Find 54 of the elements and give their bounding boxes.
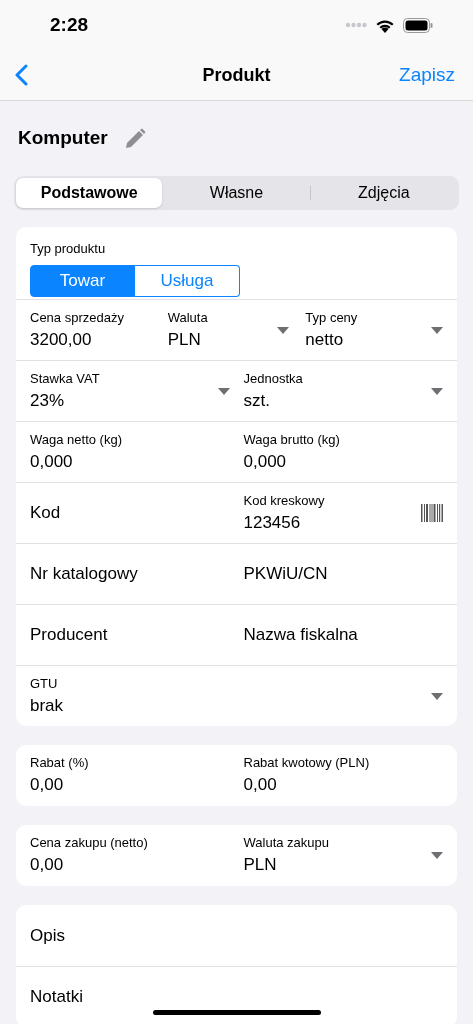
field-label: Typ ceny xyxy=(305,309,358,326)
dropdown-caret-icon[interactable] xyxy=(277,326,290,334)
field-placeholder[interactable]: Kod xyxy=(30,500,61,526)
field-placeholder[interactable]: Nr katalogowy xyxy=(30,561,138,587)
field-label: Rabat (%) xyxy=(30,755,89,771)
field-label: Waluta zakupu xyxy=(243,835,329,851)
signal-icon xyxy=(345,22,367,28)
dropdown-caret-icon[interactable] xyxy=(431,852,443,859)
field-label: Jednostka xyxy=(243,370,303,387)
field-value[interactable]: 0,000 xyxy=(243,450,340,473)
dropdown-caret-icon[interactable] xyxy=(431,692,443,700)
field-label: Cena sprzedaży xyxy=(30,309,124,326)
battery-icon xyxy=(403,17,433,33)
nav-title: Produkt xyxy=(202,63,271,87)
dropdown-caret-icon[interactable] xyxy=(431,326,443,334)
pencil-icon[interactable] xyxy=(123,127,146,150)
field-label: Kod kreskowy xyxy=(243,492,325,509)
dropdown-caret-icon[interactable] xyxy=(431,387,443,395)
field-label: Cena zakupu (netto) xyxy=(30,835,148,851)
field-label: Stawka VAT xyxy=(30,370,100,387)
field-label: Rabat kwotowy (PLN) xyxy=(243,755,370,771)
field-label: GTU xyxy=(30,675,59,692)
field-value[interactable]: 0,00 xyxy=(243,774,370,796)
segment-tab[interactable]: Zdjęcia xyxy=(310,178,457,208)
segment-tab[interactable]: Podstawowe xyxy=(16,178,163,208)
field-value[interactable]: PLN xyxy=(243,854,329,876)
field-value[interactable]: 123456 xyxy=(243,511,325,534)
segment-tab[interactable]: Własne xyxy=(163,178,310,208)
field-label: Waga netto (kg) xyxy=(30,431,122,448)
field-value[interactable]: 0,000 xyxy=(30,450,122,473)
field-label: Waga brutto (kg) xyxy=(243,431,340,448)
barcode-icon[interactable] xyxy=(421,504,443,522)
product-name: Komputer xyxy=(18,126,108,151)
field-value[interactable]: szt. xyxy=(243,389,303,412)
dropdown-caret-icon[interactable] xyxy=(217,387,230,395)
field-value[interactable]: netto xyxy=(305,328,358,351)
field-value[interactable]: PLN xyxy=(167,328,208,351)
field-placeholder[interactable]: Opis xyxy=(30,922,65,949)
save-button[interactable]: Zapisz xyxy=(399,60,455,90)
status-time: 2:28 xyxy=(50,12,89,37)
back-icon[interactable] xyxy=(14,64,28,86)
field-value[interactable]: 3200,00 xyxy=(30,328,124,351)
field-value[interactable]: 23% xyxy=(30,389,100,412)
field-placeholder[interactable]: PKWiU/CN xyxy=(243,561,328,587)
field-label: Waluta xyxy=(167,309,208,326)
type-option[interactable]: Towar xyxy=(30,264,135,297)
field-placeholder[interactable]: Producent xyxy=(30,622,108,648)
field-value[interactable]: 0,00 xyxy=(30,774,89,796)
type-option[interactable]: Usługa xyxy=(135,264,240,297)
field-value[interactable]: 0,00 xyxy=(30,854,148,876)
field-placeholder[interactable]: Nazwa fiskalna xyxy=(243,622,358,648)
field-label: Typ produktu xyxy=(30,240,107,258)
field-value[interactable]: brak xyxy=(30,694,64,717)
field-placeholder[interactable]: Notatki xyxy=(30,984,83,1010)
